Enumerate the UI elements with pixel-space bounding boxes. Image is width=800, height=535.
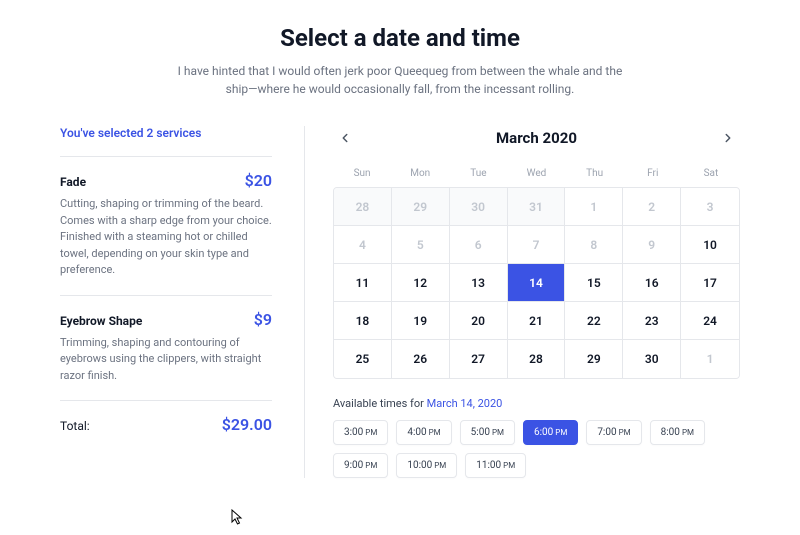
page-title: Select a date and time — [60, 24, 740, 52]
total-value: $29.00 — [222, 415, 272, 434]
calendar-day[interactable]: 9 — [623, 226, 681, 264]
time-slot[interactable]: 8:00 PM — [650, 420, 705, 445]
calendar-day[interactable]: 27 — [450, 340, 508, 378]
time-slot[interactable]: 5:00 PM — [460, 420, 515, 445]
calendar-day[interactable]: 2 — [623, 188, 681, 226]
calendar-panel: March 2020 SunMonTueWedThuFriSat 2829303… — [304, 126, 740, 478]
calendar-day[interactable]: 30 — [623, 340, 681, 378]
calendar-day[interactable]: 1 — [681, 340, 739, 378]
prev-month-button[interactable] — [333, 126, 357, 150]
calendar-dow: Wed — [507, 162, 565, 187]
calendar-day[interactable]: 8 — [565, 226, 623, 264]
calendar-day[interactable]: 28 — [508, 340, 566, 378]
calendar-day[interactable]: 17 — [681, 264, 739, 302]
cursor-icon — [231, 509, 247, 527]
calendar-day[interactable]: 10 — [681, 226, 739, 264]
calendar-dow: Sun — [333, 162, 391, 187]
time-slot[interactable]: 3:00 PM — [333, 420, 388, 445]
service-price: $20 — [245, 171, 272, 190]
calendar-dow: Sat — [682, 162, 740, 187]
calendar-day[interactable]: 24 — [681, 302, 739, 340]
time-slot[interactable]: 9:00 PM — [333, 453, 388, 478]
calendar-day[interactable]: 3 — [681, 188, 739, 226]
calendar-month-label: March 2020 — [496, 129, 577, 147]
time-slot[interactable]: 11:00 PM — [465, 453, 526, 478]
time-slot[interactable]: 7:00 PM — [586, 420, 641, 445]
time-slot[interactable]: 6:00 PM — [523, 420, 578, 445]
calendar-day[interactable]: 16 — [623, 264, 681, 302]
calendar-day: 29 — [392, 188, 450, 226]
service-item: Fade $20 Cutting, shaping or trimming of… — [60, 156, 272, 295]
chevron-right-icon — [721, 131, 735, 145]
page-subtitle: I have hinted that I would often jerk po… — [170, 62, 630, 98]
calendar-day[interactable]: 19 — [392, 302, 450, 340]
calendar-day[interactable]: 14 — [508, 264, 566, 302]
service-item: Eyebrow Shape $9 Trimming, shaping and c… — [60, 295, 272, 401]
calendar-day[interactable]: 11 — [334, 264, 392, 302]
service-name: Eyebrow Shape — [60, 314, 142, 328]
time-slot[interactable]: 10:00 PM — [396, 453, 457, 478]
calendar-day[interactable]: 7 — [508, 226, 566, 264]
calendar-dow: Fri — [624, 162, 682, 187]
calendar-day[interactable]: 22 — [565, 302, 623, 340]
calendar-day[interactable]: 25 — [334, 340, 392, 378]
calendar-day[interactable]: 12 — [392, 264, 450, 302]
calendar-day[interactable]: 21 — [508, 302, 566, 340]
summary-panel: You've selected 2 services Fade $20 Cutt… — [60, 126, 272, 478]
time-slot[interactable]: 4:00 PM — [396, 420, 451, 445]
available-date: March 14, 2020 — [427, 397, 503, 410]
selected-services-heading: You've selected 2 services — [60, 126, 272, 140]
total-row: Total: $29.00 — [60, 400, 272, 434]
calendar-day[interactable]: 5 — [392, 226, 450, 264]
calendar-day[interactable]: 1 — [565, 188, 623, 226]
calendar-day[interactable]: 20 — [450, 302, 508, 340]
calendar-dow: Mon — [391, 162, 449, 187]
calendar-day[interactable]: 13 — [450, 264, 508, 302]
calendar-day[interactable]: 23 — [623, 302, 681, 340]
calendar-day: 28 — [334, 188, 392, 226]
calendar-day[interactable]: 15 — [565, 264, 623, 302]
service-description: Cutting, shaping or trimming of the bear… — [60, 196, 272, 279]
calendar-dow: Thu — [566, 162, 624, 187]
calendar-day[interactable]: 26 — [392, 340, 450, 378]
calendar-day: 31 — [508, 188, 566, 226]
calendar-day: 30 — [450, 188, 508, 226]
calendar-dow: Tue — [449, 162, 507, 187]
calendar-day[interactable]: 29 — [565, 340, 623, 378]
calendar-day[interactable]: 18 — [334, 302, 392, 340]
total-label: Total: — [60, 419, 90, 433]
chevron-left-icon — [338, 131, 352, 145]
service-price: $9 — [254, 310, 272, 329]
calendar-day[interactable]: 6 — [450, 226, 508, 264]
service-description: Trimming, shaping and contouring of eyeb… — [60, 335, 272, 385]
calendar-day[interactable]: 4 — [334, 226, 392, 264]
available-times-label: Available times for March 14, 2020 — [333, 397, 740, 410]
next-month-button[interactable] — [716, 126, 740, 150]
service-name: Fade — [60, 175, 86, 189]
